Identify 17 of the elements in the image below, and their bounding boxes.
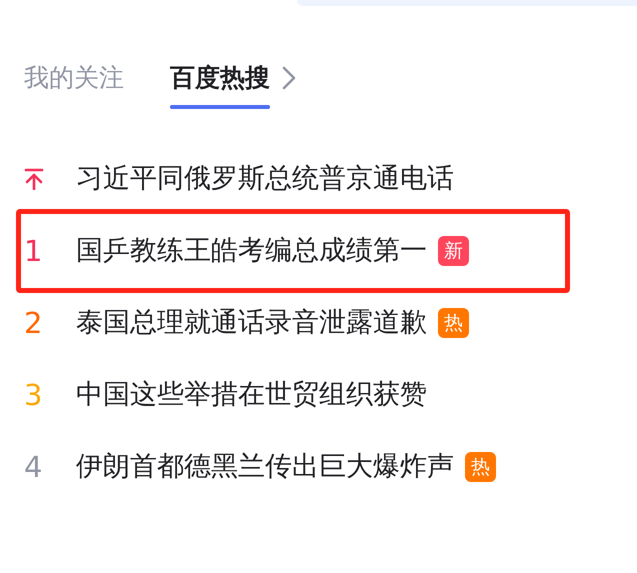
rank-number: 2 [24,306,42,340]
hot-item[interactable]: 3 中国这些举措在世贸组织获赞 [16,359,570,431]
hot-topic-title[interactable]: 国乒教练王皓考编总成绩第一 [76,233,427,269]
chevron-right-icon[interactable] [282,66,296,90]
hot-topic-title[interactable]: 习近平同俄罗斯总统普京通电话 [76,161,454,197]
hot-topic-title[interactable]: 伊朗首都德黑兰传出巨大爆炸声 [76,449,454,485]
hot-topic-title[interactable]: 泰国总理就通话录音泄露道歉 [76,305,427,341]
tag-label: 新 [438,236,469,266]
hot-topic-title[interactable]: 中国这些举措在世贸组织获赞 [76,377,427,413]
tag-label: 热 [438,308,469,338]
rank-number: 1 [24,234,42,268]
rank-number: 3 [24,378,42,412]
highlighted-hot-item[interactable]: 1 国乒教练王皓考编总成绩第一 新 [16,209,570,293]
hot-item[interactable]: 4 伊朗首都德黑兰传出巨大爆炸声 热 [16,431,570,503]
tag-label: 热 [465,452,496,482]
rank-number: 4 [24,450,42,484]
tab[interactable]: 百度热搜 [170,61,270,95]
